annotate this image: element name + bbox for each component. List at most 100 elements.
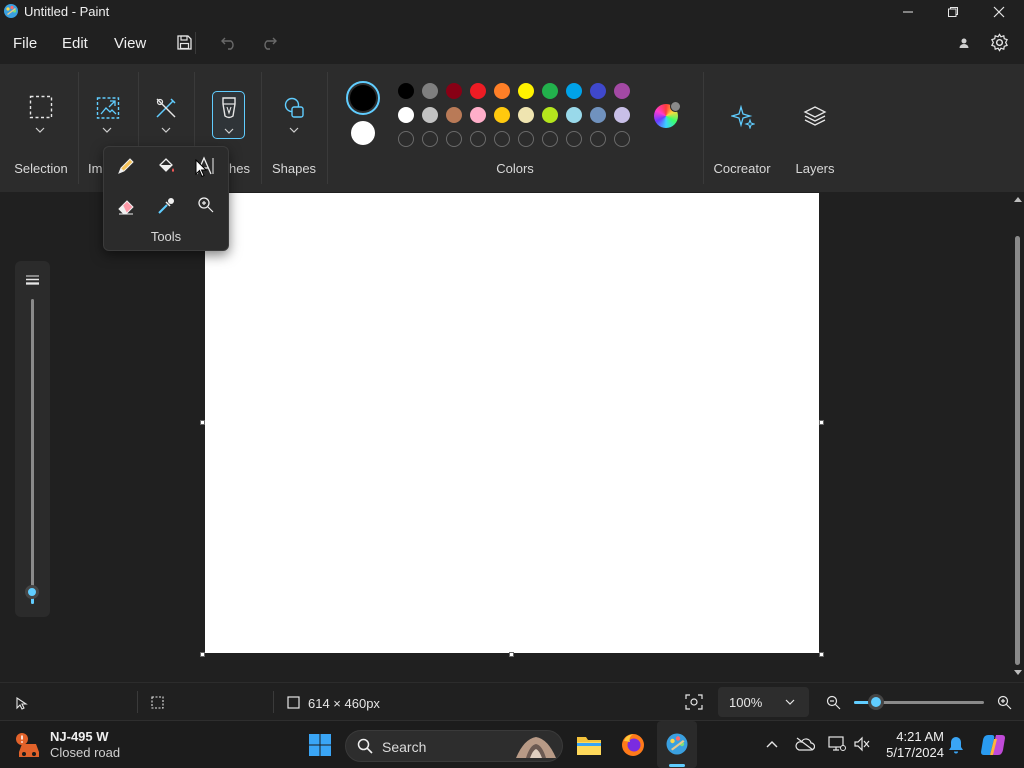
tools-icon[interactable] (153, 95, 179, 121)
close-button[interactable] (976, 0, 1022, 24)
color-swatch[interactable] (518, 83, 534, 99)
canvas-resize-handle-bottom-right[interactable] (819, 652, 824, 657)
custom-color-slot[interactable] (590, 131, 606, 147)
color-swatch[interactable] (566, 83, 582, 99)
network-icon[interactable] (828, 736, 846, 752)
copilot-icon[interactable] (980, 733, 1006, 757)
custom-color-slot[interactable] (446, 131, 462, 147)
shapes-chevron-down-icon[interactable] (289, 127, 299, 133)
show-hidden-icons-chevron-up-icon[interactable] (766, 740, 778, 748)
minimize-button[interactable] (885, 0, 931, 24)
layers-label[interactable]: Layers (788, 161, 842, 176)
fit-to-window-icon[interactable] (685, 694, 703, 710)
brush-icon[interactable] (217, 95, 241, 121)
restore-button[interactable] (930, 0, 976, 24)
windows-start-icon[interactable] (308, 733, 332, 757)
zoom-slider-thumb[interactable] (868, 694, 884, 710)
color-swatch[interactable] (614, 107, 630, 123)
color-palette (398, 83, 638, 153)
layers-icon[interactable] (802, 103, 828, 129)
canvas-resize-handle-left[interactable] (200, 420, 205, 425)
selection-icon[interactable] (28, 94, 54, 120)
shapes-icon[interactable] (281, 95, 307, 121)
color-swatch[interactable] (614, 83, 630, 99)
brush-size-thumb[interactable] (25, 584, 39, 599)
color-swatch[interactable] (398, 107, 414, 123)
taskbar-search-box[interactable]: Search (345, 730, 563, 762)
redo-icon[interactable] (260, 34, 278, 50)
shapes-group-label: Shapes (271, 161, 317, 176)
custom-color-slot[interactable] (518, 131, 534, 147)
color-swatch[interactable] (470, 83, 486, 99)
color-swatch[interactable] (542, 107, 558, 123)
menu-view[interactable]: View (114, 35, 146, 52)
color-swatch[interactable] (398, 83, 414, 99)
drawing-canvas[interactable] (205, 193, 819, 653)
color-swatch[interactable] (446, 83, 462, 99)
vertical-scrollbar[interactable] (1013, 194, 1023, 679)
canvas-resize-handle-bottom[interactable] (509, 652, 514, 657)
account-icon[interactable] (958, 37, 970, 49)
scroll-down-arrow-icon[interactable] (1014, 670, 1022, 676)
scroll-up-arrow-icon[interactable] (1014, 196, 1022, 202)
ribbon-separator (78, 72, 79, 184)
color-swatch[interactable] (518, 107, 534, 123)
canvas-resize-handle-bottom-left[interactable] (200, 652, 205, 657)
traffic-alert-icon[interactable] (15, 732, 45, 760)
scroll-thumb[interactable] (1015, 236, 1020, 665)
magnifier-icon[interactable] (197, 196, 215, 214)
fill-bucket-icon[interactable] (156, 156, 176, 176)
color-swatch[interactable] (590, 107, 606, 123)
paint-taskbar-button[interactable] (657, 721, 697, 768)
menu-edit[interactable]: Edit (62, 35, 88, 52)
clock-date[interactable]: 5/17/2024 (880, 745, 944, 760)
color-swatch[interactable] (590, 83, 606, 99)
weather-subtitle[interactable]: Closed road (50, 745, 120, 760)
onedrive-offline-icon[interactable] (795, 737, 815, 751)
brush-size-track[interactable] (31, 299, 34, 604)
color-swatch[interactable] (494, 83, 510, 99)
custom-color-slot[interactable] (494, 131, 510, 147)
cocreator-label[interactable]: Cocreator (709, 161, 775, 176)
color-swatch[interactable] (446, 107, 462, 123)
custom-color-slot[interactable] (614, 131, 630, 147)
custom-color-slot[interactable] (422, 131, 438, 147)
tools-chevron-down-icon[interactable] (161, 127, 171, 133)
color-picker-icon[interactable] (156, 196, 176, 216)
secondary-color-swatch[interactable] (351, 121, 375, 145)
primary-color-swatch[interactable] (350, 85, 376, 111)
file-explorer-icon[interactable] (576, 734, 602, 756)
menu-file[interactable]: File (13, 35, 37, 52)
brushes-chevron-down-icon[interactable] (224, 128, 234, 134)
custom-color-slot[interactable] (566, 131, 582, 147)
ribbon-separator (327, 72, 328, 184)
volume-muted-icon[interactable] (853, 736, 871, 752)
selection-chevron-down-icon[interactable] (35, 127, 45, 133)
custom-color-slot[interactable] (398, 131, 414, 147)
save-icon[interactable] (176, 34, 193, 51)
clock-time[interactable]: 4:21 AM (884, 729, 944, 744)
notification-bell-icon[interactable] (948, 736, 964, 754)
zoom-in-icon[interactable] (997, 695, 1012, 710)
image-chevron-down-icon[interactable] (102, 127, 112, 133)
color-swatch[interactable] (422, 107, 438, 123)
image-icon[interactable] (95, 95, 121, 121)
menu-bar: File Edit View (0, 24, 1024, 64)
color-swatch[interactable] (470, 107, 486, 123)
color-swatch[interactable] (566, 107, 582, 123)
zoom-out-icon[interactable] (826, 695, 841, 710)
pencil-icon[interactable] (116, 156, 136, 176)
canvas-resize-handle-right[interactable] (819, 420, 824, 425)
undo-icon[interactable] (220, 34, 238, 50)
weather-title[interactable]: NJ-495 W (50, 729, 109, 744)
eraser-icon[interactable] (116, 196, 136, 216)
color-swatch[interactable] (542, 83, 558, 99)
settings-gear-icon[interactable] (990, 33, 1009, 52)
color-swatch[interactable] (422, 83, 438, 99)
firefox-icon[interactable] (621, 733, 645, 757)
custom-color-slot[interactable] (542, 131, 558, 147)
custom-color-slot[interactable] (470, 131, 486, 147)
color-swatch[interactable] (494, 107, 510, 123)
zoom-level-dropdown[interactable]: 100% (718, 687, 809, 717)
cocreator-sparkle-icon[interactable] (730, 104, 756, 130)
